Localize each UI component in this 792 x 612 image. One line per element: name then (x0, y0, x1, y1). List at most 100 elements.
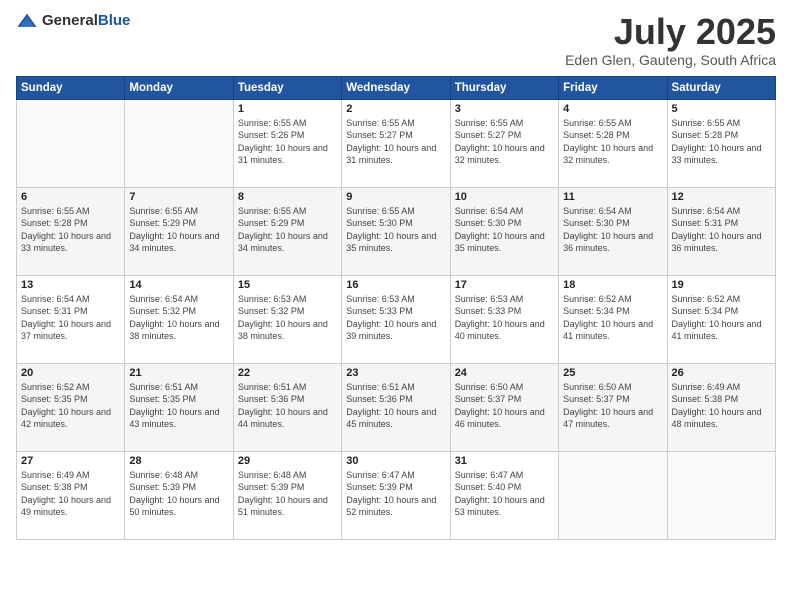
day-info: Sunrise: 6:55 AMSunset: 5:28 PMDaylight:… (672, 117, 771, 167)
calendar-cell: 5 Sunrise: 6:55 AMSunset: 5:28 PMDaylight… (667, 99, 775, 187)
calendar-cell: 23 Sunrise: 6:51 AMSunset: 5:36 PMDayligh… (342, 363, 450, 451)
calendar-cell: 18Sunrise: 6:52 AMSunset: 5:34 PMDayligh… (559, 275, 667, 363)
day-info: Sunrise: 6:53 AMSunset: 5:33 PMDaylight:… (455, 293, 554, 343)
calendar-cell: 8 Sunrise: 6:55 AMSunset: 5:29 PMDaylight… (233, 187, 341, 275)
calendar-cell: 30 Sunrise: 6:47 AMSunset: 5:39 PMDayligh… (342, 451, 450, 539)
calendar-cell: 20Sunrise: 6:52 AMSunset: 5:35 PMDayligh… (17, 363, 125, 451)
calendar-cell (125, 99, 233, 187)
day-info: Sunrise: 6:49 AMSunset: 5:38 PMDaylight:… (672, 381, 771, 431)
day-info: Sunrise: 6:52 AMSunset: 5:35 PMDaylight:… (21, 381, 120, 431)
day-number: 26 (672, 367, 771, 379)
day-number: 25 (563, 367, 662, 379)
calendar-cell: 2Sunrise: 6:55 AMSunset: 5:27 PMDaylight… (342, 99, 450, 187)
day-number: 30 (346, 455, 445, 467)
calendar-cell: 10 Sunrise: 6:54 AMSunset: 5:30 PMDayligh… (450, 187, 558, 275)
header: GeneralBlue July 2025 Eden Glen, Gauteng… (16, 12, 776, 68)
day-number: 22 (238, 367, 337, 379)
day-number: 23 (346, 367, 445, 379)
day-number: 15 (238, 279, 337, 291)
calendar-cell: 12 Sunrise: 6:54 AMSunset: 5:31 PMDayligh… (667, 187, 775, 275)
day-info: Sunrise: 6:55 AMSunset: 5:26 PMDaylight:… (238, 117, 337, 167)
calendar-cell (559, 451, 667, 539)
calendar-cell: 24Sunrise: 6:50 AMSunset: 5:37 PMDayligh… (450, 363, 558, 451)
day-info: Sunrise: 6:54 AMSunset: 5:30 PMDaylight:… (455, 205, 554, 255)
day-number: 17 (455, 279, 554, 291)
calendar-cell: 26 Sunrise: 6:49 AMSunset: 5:38 PMDayligh… (667, 363, 775, 451)
day-number: 6 (21, 191, 120, 203)
day-info: Sunrise: 6:55 AMSunset: 5:30 PMDaylight:… (346, 205, 445, 255)
calendar-cell: 13 Sunrise: 6:54 AMSunset: 5:31 PMDayligh… (17, 275, 125, 363)
calendar-cell: 7 Sunrise: 6:55 AMSunset: 5:29 PMDaylight… (125, 187, 233, 275)
day-info: Sunrise: 6:53 AMSunset: 5:32 PMDaylight:… (238, 293, 337, 343)
day-info: Sunrise: 6:54 AMSunset: 5:31 PMDaylight:… (672, 205, 771, 255)
calendar-cell: 9Sunrise: 6:55 AMSunset: 5:30 PMDaylight… (342, 187, 450, 275)
logo-general: General (42, 12, 98, 29)
month-title: July 2025 (565, 12, 776, 52)
day-info: Sunrise: 6:51 AMSunset: 5:35 PMDaylight:… (129, 381, 228, 431)
day-info: Sunrise: 6:55 AMSunset: 5:29 PMDaylight:… (238, 205, 337, 255)
weekday-header: Sunday (17, 76, 125, 99)
calendar-cell: 14Sunrise: 6:54 AMSunset: 5:32 PMDayligh… (125, 275, 233, 363)
weekday-header: Saturday (667, 76, 775, 99)
day-info: Sunrise: 6:48 AMSunset: 5:39 PMDaylight:… (129, 469, 228, 519)
day-number: 18 (563, 279, 662, 291)
day-info: Sunrise: 6:55 AMSunset: 5:28 PMDaylight:… (21, 205, 120, 255)
day-info: Sunrise: 6:51 AMSunset: 5:36 PMDaylight:… (238, 381, 337, 431)
calendar-week-row: 27Sunrise: 6:49 AMSunset: 5:38 PMDayligh… (17, 451, 776, 539)
day-number: 28 (129, 455, 228, 467)
calendar-cell: 19 Sunrise: 6:52 AMSunset: 5:34 PMDayligh… (667, 275, 775, 363)
calendar-cell: 21 Sunrise: 6:51 AMSunset: 5:35 PMDayligh… (125, 363, 233, 451)
day-number: 21 (129, 367, 228, 379)
day-info: Sunrise: 6:54 AMSunset: 5:30 PMDaylight:… (563, 205, 662, 255)
day-info: Sunrise: 6:47 AMSunset: 5:40 PMDaylight:… (455, 469, 554, 519)
page: GeneralBlue July 2025 Eden Glen, Gauteng… (0, 0, 792, 612)
subtitle: Eden Glen, Gauteng, South Africa (565, 52, 776, 68)
day-info: Sunrise: 6:51 AMSunset: 5:36 PMDaylight:… (346, 381, 445, 431)
day-number: 3 (455, 103, 554, 115)
calendar-week-row: 13 Sunrise: 6:54 AMSunset: 5:31 PMDayligh… (17, 275, 776, 363)
day-number: 11 (563, 191, 662, 203)
day-number: 1 (238, 103, 337, 115)
day-info: Sunrise: 6:55 AMSunset: 5:28 PMDaylight:… (563, 117, 662, 167)
calendar-cell: 4 Sunrise: 6:55 AMSunset: 5:28 PMDaylight… (559, 99, 667, 187)
day-info: Sunrise: 6:52 AMSunset: 5:34 PMDaylight:… (672, 293, 771, 343)
day-info: Sunrise: 6:47 AMSunset: 5:39 PMDaylight:… (346, 469, 445, 519)
day-number: 5 (672, 103, 771, 115)
calendar-cell: 27Sunrise: 6:49 AMSunset: 5:38 PMDayligh… (17, 451, 125, 539)
day-number: 13 (21, 279, 120, 291)
calendar-cell (17, 99, 125, 187)
day-info: Sunrise: 6:55 AMSunset: 5:29 PMDaylight:… (129, 205, 228, 255)
calendar-cell: 17 Sunrise: 6:53 AMSunset: 5:33 PMDayligh… (450, 275, 558, 363)
weekday-header: Friday (559, 76, 667, 99)
day-info: Sunrise: 6:53 AMSunset: 5:33 PMDaylight:… (346, 293, 445, 343)
day-number: 4 (563, 103, 662, 115)
day-info: Sunrise: 6:55 AMSunset: 5:27 PMDaylight:… (455, 117, 554, 167)
weekday-header: Wednesday (342, 76, 450, 99)
day-info: Sunrise: 6:54 AMSunset: 5:32 PMDaylight:… (129, 293, 228, 343)
day-number: 31 (455, 455, 554, 467)
day-number: 19 (672, 279, 771, 291)
day-number: 7 (129, 191, 228, 203)
calendar-table: SundayMondayTuesdayWednesdayThursdayFrid… (16, 76, 776, 540)
day-info: Sunrise: 6:48 AMSunset: 5:39 PMDaylight:… (238, 469, 337, 519)
day-info: Sunrise: 6:54 AMSunset: 5:31 PMDaylight:… (21, 293, 120, 343)
day-info: Sunrise: 6:49 AMSunset: 5:38 PMDaylight:… (21, 469, 120, 519)
weekday-header: Monday (125, 76, 233, 99)
day-info: Sunrise: 6:50 AMSunset: 5:37 PMDaylight:… (563, 381, 662, 431)
calendar-week-row: 1 Sunrise: 6:55 AMSunset: 5:26 PMDaylight… (17, 99, 776, 187)
day-number: 8 (238, 191, 337, 203)
logo-blue: Blue (98, 12, 131, 29)
calendar-cell: 22 Sunrise: 6:51 AMSunset: 5:36 PMDayligh… (233, 363, 341, 451)
calendar-cell: 25 Sunrise: 6:50 AMSunset: 5:37 PMDayligh… (559, 363, 667, 451)
calendar-cell: 28 Sunrise: 6:48 AMSunset: 5:39 PMDayligh… (125, 451, 233, 539)
day-info: Sunrise: 6:55 AMSunset: 5:27 PMDaylight:… (346, 117, 445, 167)
title-block: July 2025 Eden Glen, Gauteng, South Afri… (565, 12, 776, 68)
day-number: 10 (455, 191, 554, 203)
day-number: 12 (672, 191, 771, 203)
day-number: 16 (346, 279, 445, 291)
day-info: Sunrise: 6:50 AMSunset: 5:37 PMDaylight:… (455, 381, 554, 431)
weekday-header: Thursday (450, 76, 558, 99)
calendar-cell: 29 Sunrise: 6:48 AMSunset: 5:39 PMDayligh… (233, 451, 341, 539)
day-number: 29 (238, 455, 337, 467)
calendar-cell: 6 Sunrise: 6:55 AMSunset: 5:28 PMDaylight… (17, 187, 125, 275)
